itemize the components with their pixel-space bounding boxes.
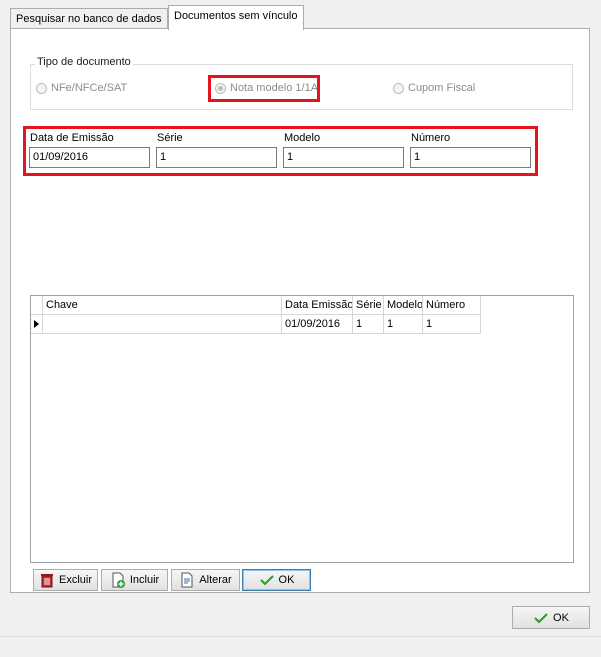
checkmark-icon — [259, 572, 275, 588]
table-row-chave[interactable] — [43, 315, 282, 334]
radio-circle-icon — [393, 82, 404, 94]
row-pointer-icon — [34, 320, 39, 328]
table-row-modelo[interactable]: 1 — [384, 315, 423, 334]
checkmark-icon — [533, 610, 549, 626]
table-row-numero[interactable]: 1 — [423, 315, 481, 334]
grid-header-data-emissao[interactable]: Data Emissão — [282, 296, 353, 315]
row-indicator[interactable] — [31, 315, 43, 334]
alterar-label: Alterar — [199, 574, 232, 586]
dialog-ok-button[interactable]: OK — [512, 606, 590, 629]
grid-header-chave[interactable]: Chave — [43, 296, 282, 315]
grid-header-serie[interactable]: Série — [353, 296, 384, 315]
grid-ok-button[interactable]: OK — [242, 569, 311, 591]
grid-ok-label: OK — [278, 574, 295, 586]
radio-nfe[interactable]: NFe/NFCe/SAT — [36, 82, 127, 94]
table-row-serie[interactable]: 1 — [353, 315, 384, 334]
incluir-button[interactable]: Incluir — [101, 569, 168, 591]
status-bar — [0, 636, 601, 657]
radio-cupom-fiscal[interactable]: Cupom Fiscal — [393, 82, 475, 94]
trash-icon — [39, 572, 55, 588]
radio-nfe-label: NFe/NFCe/SAT — [51, 82, 128, 94]
edit-document-icon — [179, 572, 195, 588]
tab-pesquisar[interactable]: Pesquisar no banco de dados — [10, 8, 168, 29]
documents-grid[interactable]: Chave Data Emissão Série Modelo Número 0… — [30, 295, 574, 563]
excluir-button[interactable]: Excluir — [33, 569, 98, 591]
tipo-documento-legend: Tipo de documento — [35, 56, 133, 68]
grid-header-modelo[interactable]: Modelo — [384, 296, 423, 315]
dialog-ok-label: OK — [553, 611, 569, 624]
highlight-nota-modelo — [208, 75, 320, 102]
incluir-label: Incluir — [129, 574, 160, 586]
grid-header-numero[interactable]: Número — [423, 296, 481, 315]
radio-circle-icon — [36, 82, 47, 94]
alterar-button[interactable]: Alterar — [171, 569, 240, 591]
radio-cupom-fiscal-label: Cupom Fiscal — [408, 82, 476, 94]
grid-corner — [31, 296, 43, 315]
tab-documentos-sem-vinculo[interactable]: Documentos sem vínculo — [168, 5, 304, 30]
add-document-icon — [110, 572, 126, 588]
highlight-fields — [23, 126, 538, 176]
table-row-data-emissao[interactable]: 01/09/2016 — [282, 315, 353, 334]
excluir-label: Excluir — [58, 574, 92, 586]
